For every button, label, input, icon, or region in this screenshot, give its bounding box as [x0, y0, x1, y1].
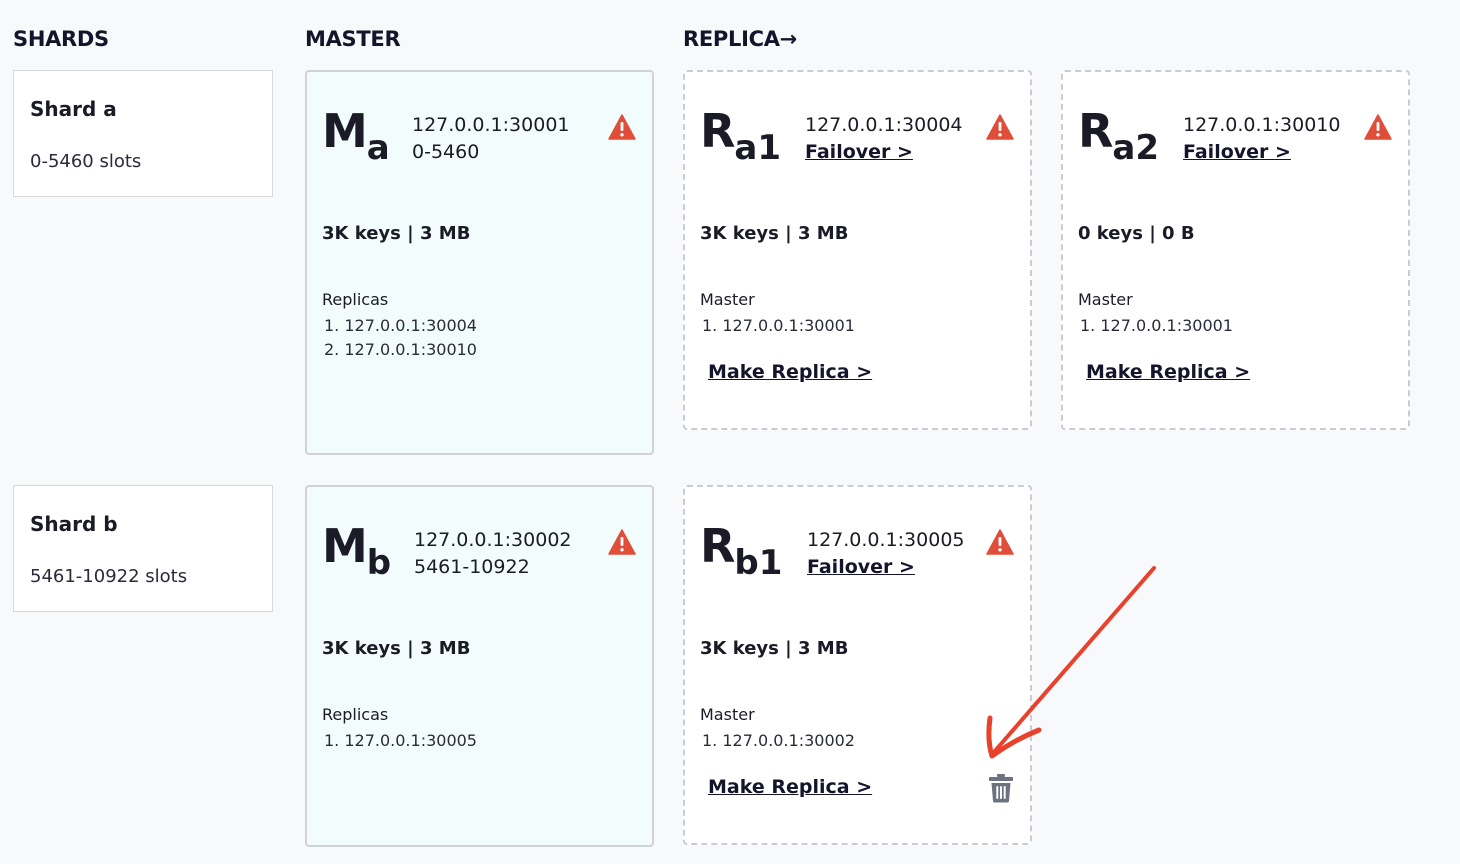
warning-icon[interactable] — [986, 529, 1014, 555]
make-replica-button[interactable]: Make Replica > — [1086, 361, 1250, 383]
node-ip: 127.0.0.1:30005 — [807, 529, 965, 551]
master-list: 1. 127.0.0.1:30001 — [1080, 314, 1233, 338]
node-ip: 127.0.0.1:30002 — [414, 529, 572, 551]
replicas-label: Replicas — [322, 705, 389, 724]
node-ip: 127.0.0.1:30001 — [412, 114, 570, 136]
replica-card-a2: Ra2 127.0.0.1:30010 Failover > 0 keys | … — [1061, 70, 1410, 430]
replica-list: 1. 127.0.0.1:30005 — [324, 729, 477, 753]
warning-icon[interactable] — [608, 114, 636, 140]
slot-range: 0-5460 — [412, 141, 480, 163]
shard-card-a: Shard a 0-5460 slots — [13, 70, 273, 197]
master-list: 1. 127.0.0.1:30001 — [702, 314, 855, 338]
master-list: 1. 127.0.0.1:30002 — [702, 729, 855, 753]
master-card-b: Mb 127.0.0.1:30002 5461-10922 3K keys | … — [305, 485, 654, 847]
node-stats: 3K keys | 3 MB — [322, 223, 471, 244]
node-stats: 3K keys | 3 MB — [700, 638, 849, 659]
node-address: 127.0.0.1:30004 Failover > — [805, 112, 963, 166]
node-label: Ra2 — [1078, 104, 1160, 168]
node-address: 127.0.0.1:30010 Failover > — [1183, 112, 1341, 166]
trash-icon[interactable] — [988, 773, 1014, 803]
shard-slots: 5461-10922 slots — [30, 566, 188, 587]
master-label: Master — [1078, 290, 1133, 309]
slot-range: 5461-10922 — [414, 556, 530, 578]
node-stats: 0 keys | 0 B — [1078, 223, 1195, 244]
warning-icon[interactable] — [986, 114, 1014, 140]
shard-name: Shard b — [30, 512, 118, 536]
node-label: Mb — [322, 519, 392, 583]
node-address: 127.0.0.1:30001 0-5460 — [412, 112, 570, 166]
node-stats: 3K keys | 3 MB — [322, 638, 471, 659]
master-label: Master — [700, 705, 755, 724]
node-label: Ma — [322, 104, 390, 168]
warning-icon[interactable] — [608, 529, 636, 555]
list-item: 1. 127.0.0.1:30005 — [324, 731, 477, 750]
node-ip: 127.0.0.1:30004 — [805, 114, 963, 136]
replica-card-a1: Ra1 127.0.0.1:30004 Failover > 3K keys |… — [683, 70, 1032, 430]
list-item: 2. 127.0.0.1:30010 — [324, 340, 477, 359]
shard-card-b: Shard b 5461-10922 slots — [13, 485, 273, 612]
replica-card-b1: Rb1 127.0.0.1:30005 Failover > 3K keys |… — [683, 485, 1032, 845]
replica-header: REPLICA→ — [683, 27, 797, 51]
master-card-a: Ma 127.0.0.1:30001 0-5460 3K keys | 3 MB… — [305, 70, 654, 455]
master-label: Master — [700, 290, 755, 309]
make-replica-button[interactable]: Make Replica > — [708, 776, 872, 798]
master-header: MASTER — [305, 27, 401, 51]
replica-list: 1. 127.0.0.1:30004 2. 127.0.0.1:30010 — [324, 314, 477, 362]
node-address: 127.0.0.1:30002 5461-10922 — [414, 527, 572, 581]
list-item: 1. 127.0.0.1:30001 — [702, 316, 855, 335]
shard-name: Shard a — [30, 97, 117, 121]
list-item: 1. 127.0.0.1:30004 — [324, 316, 477, 335]
node-label: Ra1 — [700, 104, 782, 168]
replicas-label: Replicas — [322, 290, 389, 309]
list-item: 1. 127.0.0.1:30001 — [1080, 316, 1233, 335]
make-replica-button[interactable]: Make Replica > — [708, 361, 872, 383]
node-stats: 3K keys | 3 MB — [700, 223, 849, 244]
list-item: 1. 127.0.0.1:30002 — [702, 731, 855, 750]
shard-slots: 0-5460 slots — [30, 151, 142, 172]
warning-icon[interactable] — [1364, 114, 1392, 140]
failover-link[interactable]: Failover > — [1183, 139, 1341, 166]
failover-link[interactable]: Failover > — [805, 139, 963, 166]
node-label: Rb1 — [700, 519, 783, 583]
node-address: 127.0.0.1:30005 Failover > — [807, 527, 965, 581]
node-ip: 127.0.0.1:30010 — [1183, 114, 1341, 136]
shards-header: SHARDS — [13, 27, 109, 51]
failover-link[interactable]: Failover > — [807, 554, 965, 581]
